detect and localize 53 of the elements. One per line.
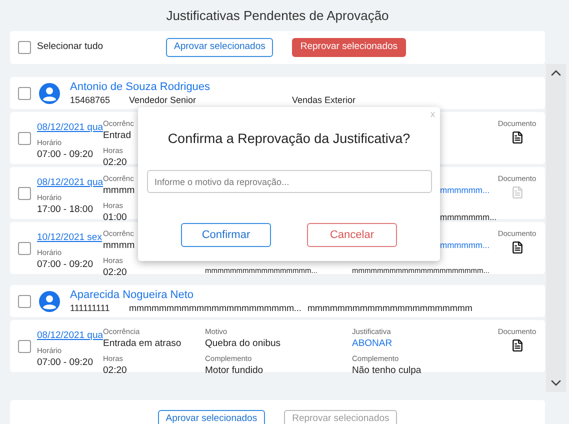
checkbox[interactable] — [18, 294, 31, 308]
checkbox[interactable] — [18, 242, 31, 255]
employee-department: mmmmmmmmmmmmmmmmmmmmmm — [307, 302, 472, 314]
field-value: 07:00 - 09:20 — [37, 148, 93, 161]
date-link[interactable]: 10/12/2021 sex — [37, 231, 103, 244]
checkbox[interactable] — [18, 132, 31, 145]
date-link[interactable]: 08/12/2021 qua — [37, 176, 103, 189]
document-icon[interactable] — [510, 131, 524, 144]
field-value: Quebra do onibus — [205, 337, 281, 350]
field-value: Não tenho culpa — [352, 364, 422, 377]
field-value: 02:20 — [103, 364, 127, 377]
employee-department: Vendas Exterior — [292, 94, 356, 106]
field-value: Entrad — [103, 129, 131, 142]
user-avatar-icon — [39, 82, 60, 104]
employee-role: Vendedor Senior — [129, 94, 198, 106]
employee-name[interactable]: Aparecida Nogueira Neto — [70, 288, 472, 302]
checkbox[interactable] — [18, 187, 31, 200]
document-icon[interactable] — [510, 241, 524, 254]
date-link[interactable]: 08/12/2021 qua — [37, 329, 103, 342]
cancel-button[interactable]: Cancelar — [307, 223, 397, 248]
field-value: 01:00 — [103, 211, 127, 224]
field-value: 02:20 — [103, 156, 127, 169]
approve-selected-button[interactable]: Aprovar selecionados — [158, 410, 266, 424]
field-value: mmmm — [103, 184, 135, 197]
employee-name[interactable]: Antonio de Souza Rodrigues — [70, 80, 356, 94]
field-value: 17:00 - 18:00 — [37, 203, 93, 216]
employee-role: mmmmmmmmmmmmmmmmmmmmmm... — [129, 302, 302, 314]
reason-input-field[interactable]: Informe o motivo da reprovação... — [146, 170, 432, 194]
page-title: Justificativas Pendentes de Aprovação — [166, 6, 389, 25]
field-value: mmmmmmm... — [440, 211, 497, 224]
approve-selected-button[interactable]: Aprovar selecionados — [166, 38, 274, 57]
checkbox[interactable] — [18, 340, 31, 353]
field-value: 07:00 - 09:20 — [37, 258, 93, 271]
field-value: 02:20 — [103, 266, 127, 279]
field-value: Motor fundido — [205, 364, 264, 377]
user-avatar-icon — [39, 290, 60, 312]
field-value: mmmmmm... — [440, 239, 491, 252]
field-value: 07:00 - 09:20 — [37, 356, 93, 369]
employee-id: 15468765 — [70, 94, 112, 106]
select-all-label: Selecionar tudo — [37, 40, 104, 54]
field-value: Entrada em atraso — [103, 337, 182, 350]
field-value: ABONAR — [352, 337, 392, 350]
dialog-title: Confirma a Reprovação da Justificativa? — [168, 130, 410, 148]
date-link[interactable]: 08/12/2021 qua — [37, 121, 103, 134]
field-value: mmmm — [103, 239, 135, 252]
scrollbar[interactable] — [546, 64, 566, 392]
confirm-button[interactable]: Confirmar — [181, 223, 271, 248]
document-icon[interactable] — [510, 339, 524, 352]
field-value: mmmmmm... — [440, 184, 491, 197]
checkbox[interactable] — [18, 41, 31, 54]
reject-selected-button[interactable]: Reprovar selecionados — [292, 38, 406, 57]
checkbox[interactable] — [18, 86, 31, 100]
employee-id: 111111111 — [70, 302, 111, 314]
